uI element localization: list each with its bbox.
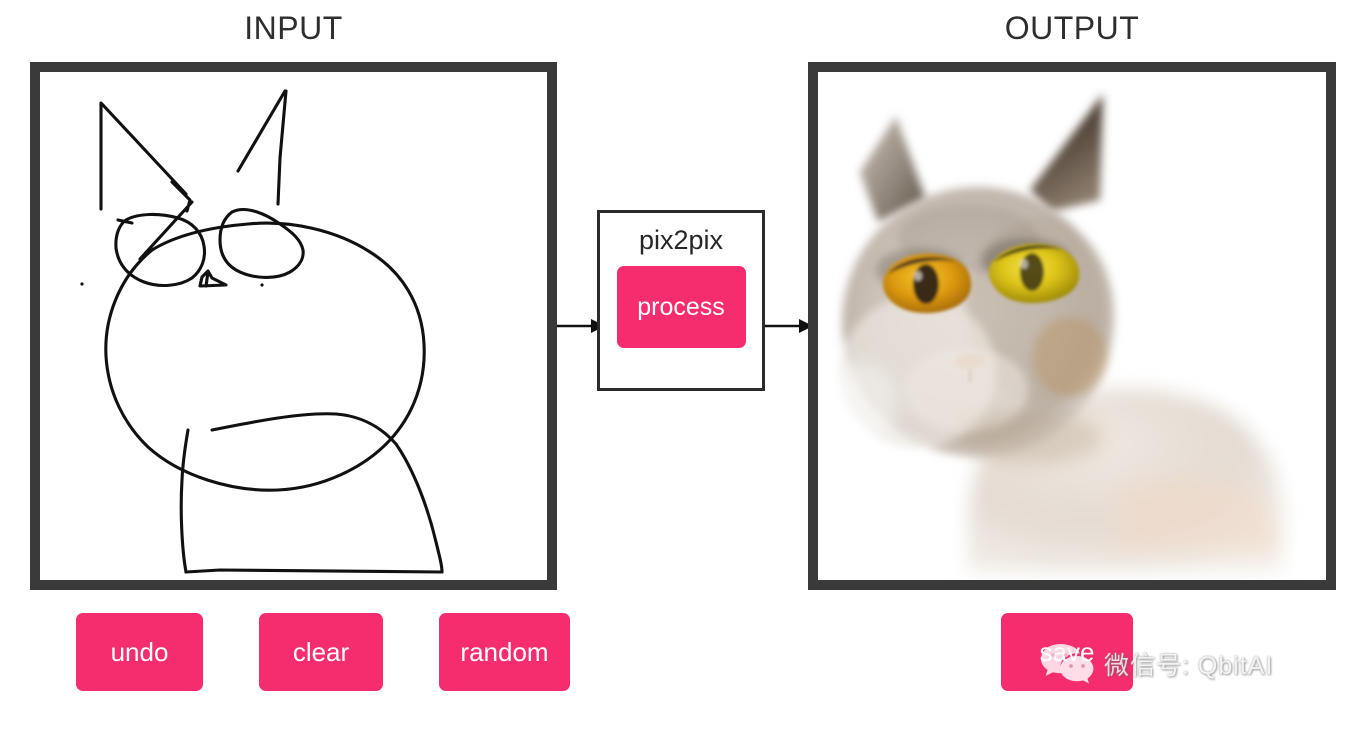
sketch-canvas[interactable] [40,72,547,580]
pix2pix-processor-box: pix2pix process [597,210,765,391]
input-canvas-frame[interactable] [30,62,557,590]
random-button[interactable]: random [439,613,570,691]
generated-cat-image [818,72,1326,580]
output-tool-row: save [1001,613,1133,691]
cat-sketch-drawing [80,89,444,574]
output-panel-title: OUTPUT [1004,10,1140,46]
clear-button[interactable]: clear [259,613,383,691]
input-panel-title: INPUT [244,10,343,46]
output-image-frame [808,62,1336,590]
save-button[interactable]: save [1001,613,1133,691]
process-button[interactable]: process [616,266,746,348]
pix2pix-label: pix2pix [638,225,724,255]
arrow-processor-to-output [765,319,813,333]
input-tool-row: undo clear random [76,613,570,691]
undo-button[interactable]: undo [76,613,203,691]
output-canvas [818,72,1326,580]
